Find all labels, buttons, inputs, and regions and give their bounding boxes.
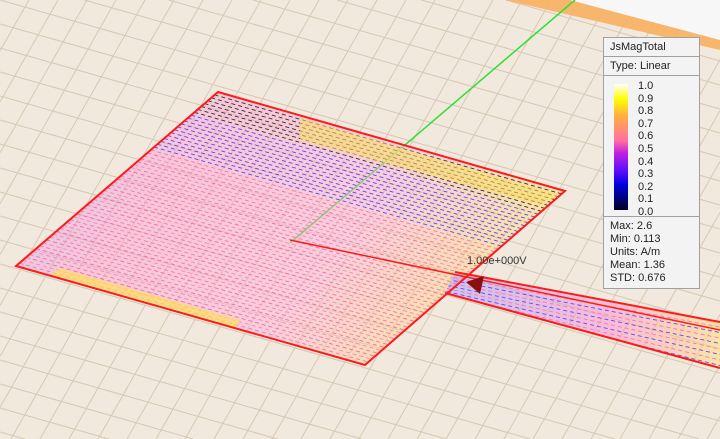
legend-type: Type: Linear — [604, 57, 699, 76]
grid-line — [0, 0, 88, 154]
port-voltage-label: 1.00e+000V — [467, 255, 527, 267]
tick: 0.7 — [638, 117, 654, 130]
stat-mean: Mean: 1.36 — [610, 259, 666, 271]
tick: 0.3 — [638, 168, 654, 181]
colorbar-ticks: 1.0 0.9 0.8 0.7 0.6 0.5 0.4 0.3 0.2 0.1 … — [638, 80, 653, 219]
tick: 0.9 — [638, 92, 654, 105]
legend-title: JsMagTotal — [604, 38, 699, 57]
tick: 0.2 — [638, 180, 654, 193]
tick: 0.4 — [638, 155, 654, 168]
grid-line — [0, 0, 117, 204]
tick: 1.0 — [638, 80, 654, 92]
stat-units: Units: A/m — [610, 246, 661, 258]
stat-min: Min: 0.113 — [610, 233, 661, 245]
colorbar — [614, 84, 628, 210]
tick: 0.6 — [638, 130, 654, 143]
grid-line — [0, 383, 194, 439]
tick: 0.1 — [638, 193, 654, 206]
tick: 0.5 — [638, 142, 654, 155]
stat-max: Max: 2.6 — [610, 220, 653, 232]
legend-scale: 1.0 0.9 0.8 0.7 0.6 0.5 0.4 0.3 0.2 0.1 … — [604, 76, 699, 219]
tick: 0.0 — [638, 205, 654, 218]
tick: 0.8 — [638, 105, 654, 118]
field-legend[interactable]: JsMagTotal Type: Linear 1.0 0.9 0.8 0.7 … — [603, 37, 700, 289]
grid-line — [0, 431, 25, 439]
grid-line — [0, 359, 278, 439]
legend-stats: Max: 2.6 Min: 0.113 Units: A/m Mean: 1.3… — [604, 217, 699, 288]
stat-std: STD: 0.676 — [610, 272, 666, 284]
